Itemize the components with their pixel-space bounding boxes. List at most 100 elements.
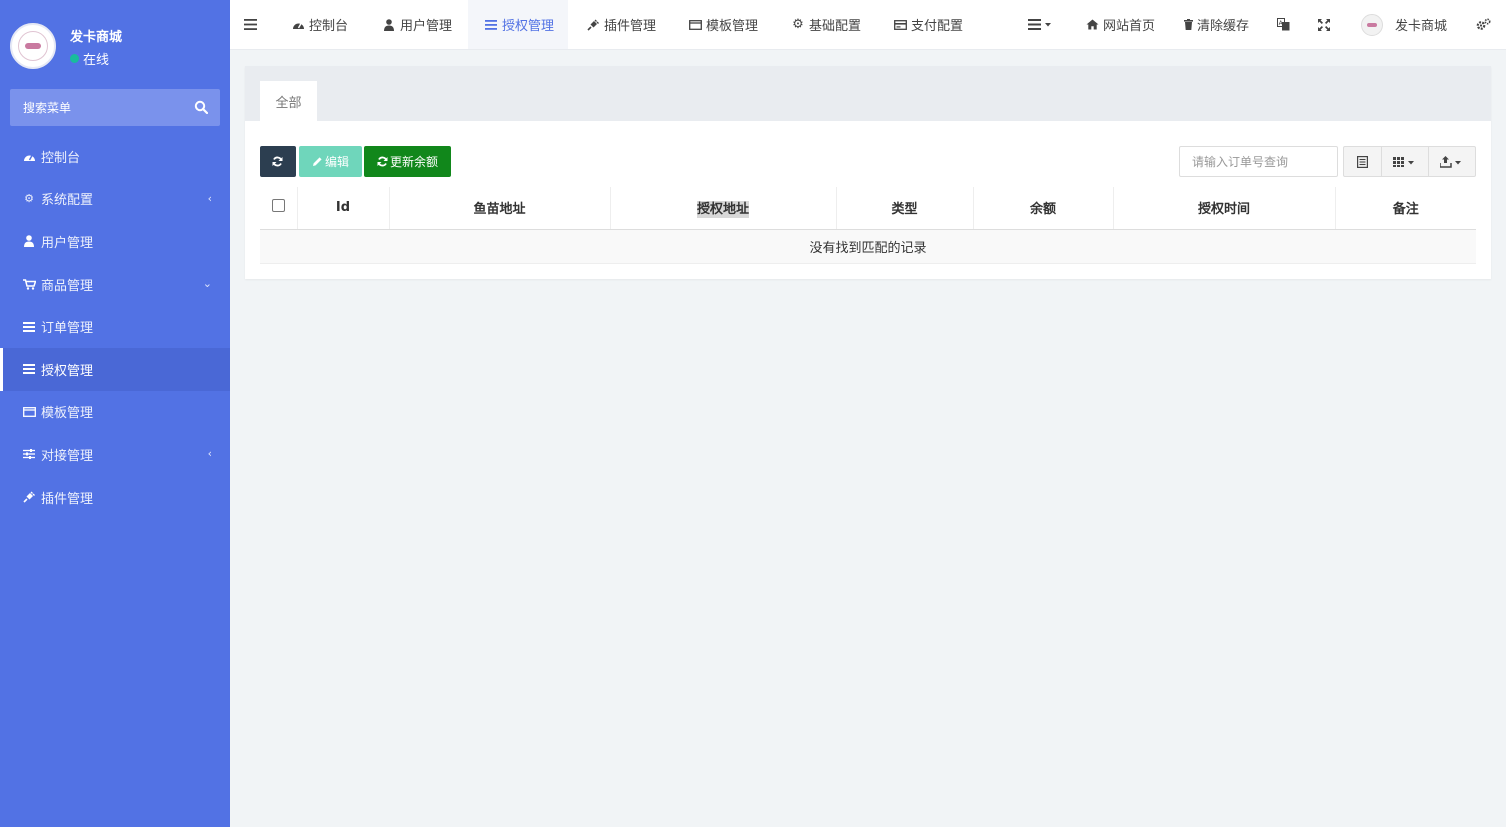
columns-toggle-button[interactable] — [1382, 147, 1429, 176]
sidebar-item-orders[interactable]: 订单管理 — [0, 305, 230, 348]
payment-icon — [893, 18, 907, 32]
sidebar-item-label: 订单管理 — [41, 321, 94, 337]
chevron-left-icon: ‹ — [207, 191, 212, 205]
settings-button[interactable] — [1476, 0, 1491, 49]
tab-basic-config[interactable]: ⚙ 基础配置 — [791, 0, 861, 49]
grid-icon — [1393, 156, 1414, 167]
authorization-table: Id 鱼苗地址 授权地址 类型 余额 授权时间 备注 没有找到匹配的记录 — [260, 187, 1476, 264]
tab-all[interactable]: 全部 — [260, 81, 317, 121]
sidebar-item-label: 商品管理 — [41, 278, 94, 294]
sidebar-item-label: 控制台 — [41, 150, 81, 166]
user-menu[interactable]: 发卡商城 — [1361, 0, 1447, 49]
refresh-icon — [272, 156, 282, 167]
export-button[interactable] — [1429, 147, 1475, 176]
column-header-fish-address[interactable]: 鱼苗地址 — [389, 187, 611, 230]
tab-plugins[interactable]: 插件管理 — [586, 0, 656, 49]
tab-label: 插件管理 — [604, 19, 657, 34]
sidebar-item-products[interactable]: 商品管理 ⌄ — [0, 263, 230, 306]
tab-payment-config[interactable]: 支付配置 — [893, 0, 963, 49]
column-header-label: 授权地址 — [696, 201, 749, 219]
site-home-link[interactable]: 网站首页 — [1085, 0, 1155, 49]
plug-icon — [586, 18, 600, 32]
site-home-label: 网站首页 — [1103, 19, 1156, 34]
tab-label: 支付配置 — [911, 19, 964, 34]
sidebar-item-label: 系统配置 — [41, 193, 94, 209]
tab-label: 授权管理 — [502, 19, 555, 34]
sidebar-item-users[interactable]: 用户管理 — [0, 220, 230, 263]
sidebar-search — [10, 89, 220, 126]
online-dot-icon — [70, 54, 79, 63]
update-balance-button[interactable]: 更新余额 — [364, 146, 451, 177]
refresh-button[interactable] — [260, 146, 296, 177]
cart-icon — [22, 277, 36, 291]
sidebar-item-authorization[interactable]: 授权管理 — [0, 347, 230, 391]
tab-users[interactable]: 用户管理 — [382, 0, 452, 49]
order-search-input[interactable] — [1179, 146, 1338, 177]
sidebar-item-system-config[interactable]: ⚙ 系统配置 ‹ — [0, 178, 230, 221]
more-menu-button[interactable] — [1028, 0, 1054, 49]
table-header-row: Id 鱼苗地址 授权地址 类型 余额 授权时间 备注 — [260, 187, 1476, 230]
column-header-type[interactable]: 类型 — [836, 187, 974, 230]
edit-button-label: 编辑 — [324, 155, 349, 169]
plug-icon — [22, 490, 36, 504]
sidebar-item-dashboard[interactable]: 控制台 — [0, 135, 230, 178]
avatar[interactable] — [10, 23, 56, 69]
content-panel: 全部 编辑 更新余额 Id 鱼苗地址 授权地址 类型 余 — [245, 66, 1491, 279]
avatar-logo-icon — [1367, 22, 1377, 27]
gear-icon: ⚙ — [24, 192, 34, 206]
panel-heading: 全部 — [245, 66, 1491, 121]
dashboard-icon — [291, 18, 305, 32]
gears-icon — [1476, 18, 1491, 30]
chevron-left-icon: ‹ — [207, 447, 212, 461]
sidebar-item-label: 模板管理 — [41, 406, 94, 422]
column-header-balance[interactable]: 余额 — [973, 187, 1114, 230]
column-header-auth-time[interactable]: 授权时间 — [1113, 187, 1336, 230]
sliders-icon — [22, 447, 36, 461]
sidebar-item-templates[interactable]: 模板管理 — [0, 391, 230, 434]
sidebar-item-integration[interactable]: 对接管理 ‹ — [0, 433, 230, 476]
gear-icon: ⚙ — [792, 17, 804, 32]
column-header-remark[interactable]: 备注 — [1335, 187, 1476, 230]
tab-authorization[interactable]: 授权管理 — [468, 0, 568, 49]
dashboard-icon — [22, 149, 36, 163]
user-icon — [382, 18, 396, 32]
column-header-id[interactable]: Id — [297, 187, 390, 230]
sidebar-search-input[interactable] — [10, 89, 190, 126]
translate-button[interactable]: A — [1277, 0, 1290, 49]
card-view-icon — [1357, 155, 1368, 168]
user-panel: 发卡商城 在线 — [10, 23, 220, 71]
column-header-auth-address[interactable]: 授权地址 — [610, 187, 837, 230]
list-dropdown-icon — [1028, 19, 1051, 30]
sidebar-toggle[interactable] — [244, 0, 257, 49]
tab-templates[interactable]: 模板管理 — [688, 0, 758, 49]
tab-label: 模板管理 — [706, 19, 759, 34]
table-row: 没有找到匹配的记录 — [260, 229, 1476, 264]
list-icon — [484, 18, 498, 32]
tab-dashboard[interactable]: 控制台 — [291, 0, 348, 49]
template-icon — [688, 18, 702, 32]
sidebar-menu: 控制台 ⚙ 系统配置 ‹ 用户管理 商品管理 ⌄ 订单管理 授权管理 模板管理 — [0, 135, 230, 518]
home-icon — [1085, 18, 1099, 32]
sidebar-item-plugins[interactable]: 插件管理 — [0, 476, 230, 519]
sidebar-item-label: 授权管理 — [41, 363, 94, 379]
pencil-icon — [312, 157, 322, 166]
translate-icon: A — [1277, 18, 1290, 31]
user-icon — [22, 234, 36, 248]
template-icon — [22, 405, 36, 419]
sidebar-item-label: 对接管理 — [41, 448, 94, 464]
online-status: 在线 — [70, 49, 109, 68]
sidebar-item-label: 插件管理 — [41, 491, 94, 507]
fullscreen-button[interactable] — [1318, 0, 1330, 49]
user-avatar — [1361, 13, 1383, 36]
clear-cache-button[interactable]: 清除缓存 — [1183, 0, 1249, 49]
avatar-logo-icon — [18, 31, 48, 61]
list-icon — [22, 362, 36, 376]
tab-label: 用户管理 — [400, 19, 453, 34]
online-status-label: 在线 — [83, 53, 110, 68]
fullscreen-icon — [1318, 18, 1330, 31]
select-all-header — [260, 187, 298, 230]
search-icon[interactable] — [194, 100, 208, 114]
select-all-checkbox[interactable] — [271, 199, 285, 213]
toggle-view-button[interactable] — [1344, 147, 1382, 176]
edit-button[interactable]: 编辑 — [299, 146, 362, 177]
